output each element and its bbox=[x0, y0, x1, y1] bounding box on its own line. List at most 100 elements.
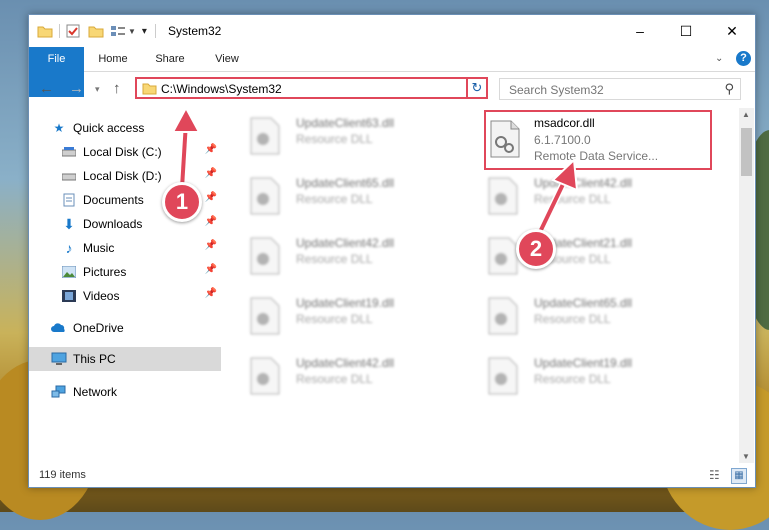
nav-item-label: Documents bbox=[83, 193, 144, 207]
download-icon: ⬇ bbox=[63, 215, 75, 232]
pin-icon: 📌 bbox=[204, 288, 217, 299]
file-name: msadcor.dll bbox=[534, 116, 595, 130]
chevron-down-icon[interactable]: ▼ bbox=[128, 27, 136, 36]
address-row: ← → ▾ ↑ C:\Windows\System32 ⌄ ↻ ⚲ bbox=[29, 72, 755, 106]
drive-icon bbox=[61, 168, 77, 184]
star-icon: ★ bbox=[53, 121, 65, 135]
minimize-button[interactable]: – bbox=[617, 15, 663, 47]
nav-item-onedrive[interactable]: OneDrive bbox=[29, 316, 221, 340]
list-item-msadcor[interactable]: msadcor.dll 6.1.7100.0 Remote Data Servi… bbox=[484, 110, 712, 170]
list-item[interactable]: UpdateClient42.dll Resource DLL bbox=[486, 174, 716, 224]
folder-icon bbox=[142, 83, 157, 95]
annotation-badge-2: 2 bbox=[516, 229, 556, 269]
list-item[interactable]: UpdateClient19.dll Resource DLL bbox=[248, 294, 478, 344]
list-item[interactable]: UpdateClient42.dll Resource DLL bbox=[248, 354, 478, 404]
computer-icon bbox=[51, 351, 67, 367]
drive-icon bbox=[61, 144, 77, 160]
list-item[interactable]: UpdateClient65.dll Resource DLL bbox=[486, 294, 716, 344]
details-view-icon[interactable]: ☷ bbox=[709, 468, 720, 482]
pin-icon: 📌 bbox=[204, 264, 217, 275]
view-options-icon[interactable] bbox=[110, 24, 126, 38]
search-box[interactable]: ⚲ bbox=[499, 78, 741, 101]
file-explorer-window: ▼ ▾ System32 – ☐ ✕ File Home Share View … bbox=[28, 14, 756, 488]
pin-icon: 📌 bbox=[204, 240, 217, 251]
nav-item-label: OneDrive bbox=[73, 321, 124, 335]
search-input[interactable] bbox=[500, 79, 721, 101]
maximize-button[interactable]: ☐ bbox=[663, 15, 709, 47]
new-folder-icon[interactable] bbox=[88, 24, 104, 38]
music-icon: ♪ bbox=[65, 240, 73, 256]
file-list: UpdateClient63.dll Resource DLL msadcor.… bbox=[222, 108, 738, 463]
refresh-icon: ↻ bbox=[471, 80, 483, 95]
address-bar[interactable]: C:\Windows\System32 ⌄ bbox=[135, 77, 486, 99]
search-icon[interactable]: ⚲ bbox=[724, 81, 734, 97]
tab-view[interactable]: View bbox=[207, 47, 247, 71]
list-item[interactable]: UpdateClient63.dll Resource DLL bbox=[248, 114, 478, 164]
title-bar: ▼ ▾ System32 – ☐ ✕ bbox=[29, 15, 755, 47]
videos-icon bbox=[61, 288, 77, 304]
navigation-pane: ★ Quick access Local Disk (C:) 📌 Local D… bbox=[29, 108, 221, 463]
nav-item-label: Local Disk (D:) bbox=[83, 169, 162, 183]
large-icons-view-icon[interactable]: ▦ bbox=[731, 468, 747, 484]
nav-item-local-disk-c[interactable]: Local Disk (C:) 📌 bbox=[29, 140, 221, 164]
dll-file-icon bbox=[488, 237, 518, 275]
back-arrow-icon[interactable]: ← bbox=[39, 80, 54, 97]
scrollbar-thumb[interactable] bbox=[741, 128, 752, 176]
nav-item-label: Quick access bbox=[73, 121, 145, 135]
status-bar: 119 items ☷ ▦ bbox=[29, 465, 755, 487]
vertical-scrollbar[interactable]: ▲ ▼ bbox=[739, 108, 754, 463]
nav-item-label: This PC bbox=[73, 352, 116, 366]
nav-item-label: Pictures bbox=[83, 265, 127, 279]
scroll-up-icon[interactable]: ▲ bbox=[742, 110, 750, 119]
tab-home[interactable]: Home bbox=[91, 47, 135, 71]
help-icon[interactable]: ? bbox=[736, 51, 751, 66]
nav-item-label: Videos bbox=[83, 289, 120, 303]
nav-item-videos[interactable]: Videos 📌 bbox=[29, 284, 221, 308]
documents-icon bbox=[61, 192, 77, 208]
customize-toolbar-icon[interactable]: ▾ bbox=[142, 26, 147, 37]
file-version: 6.1.7100.0 bbox=[534, 133, 591, 147]
expand-ribbon-icon[interactable]: ⌄ bbox=[715, 53, 723, 64]
nav-item-network[interactable]: Network bbox=[29, 380, 221, 404]
dll-file-icon bbox=[250, 237, 280, 275]
dll-file-icon bbox=[488, 177, 518, 215]
nav-item-label: Local Disk (C:) bbox=[83, 145, 162, 159]
nav-item-quick-access[interactable]: ★ Quick access bbox=[29, 116, 221, 140]
pin-icon: 📌 bbox=[204, 144, 217, 155]
pin-icon: 📌 bbox=[204, 168, 217, 179]
list-item[interactable]: UpdateClient19.dll Resource DLL bbox=[486, 354, 716, 404]
list-item[interactable]: UpdateClient65.dll Resource DLL bbox=[248, 174, 478, 224]
pin-icon: 📌 bbox=[204, 192, 217, 203]
file-description: Remote Data Service... bbox=[534, 149, 659, 163]
close-button[interactable]: ✕ bbox=[709, 15, 755, 47]
list-item[interactable]: UpdateClient42.dll Resource DLL bbox=[248, 234, 478, 284]
properties-icon[interactable] bbox=[66, 24, 80, 38]
forward-arrow-icon[interactable]: → bbox=[69, 80, 84, 97]
ribbon-tabs: File Home Share View ⌄ ? bbox=[29, 47, 755, 97]
dll-file-icon bbox=[488, 297, 518, 335]
window-title: System32 bbox=[168, 24, 222, 38]
address-path: C:\Windows\System32 bbox=[161, 82, 282, 96]
nav-item-this-pc[interactable]: This PC bbox=[29, 347, 221, 371]
dll-file-icon bbox=[250, 177, 280, 215]
nav-item-music[interactable]: ♪ Music 📌 bbox=[29, 236, 221, 260]
dll-file-icon bbox=[490, 120, 520, 158]
nav-item-pictures[interactable]: Pictures 📌 bbox=[29, 260, 221, 284]
nav-item-label: Music bbox=[83, 241, 115, 255]
scroll-down-icon[interactable]: ▼ bbox=[742, 452, 750, 461]
dll-file-icon bbox=[250, 117, 280, 155]
dll-file-icon bbox=[250, 357, 280, 395]
cloud-icon bbox=[51, 320, 67, 336]
pin-icon: 📌 bbox=[204, 216, 217, 227]
item-count: 119 items bbox=[39, 469, 86, 481]
network-icon bbox=[51, 384, 67, 400]
nav-item-label: Network bbox=[73, 385, 118, 399]
folder-icon[interactable] bbox=[37, 24, 53, 38]
up-arrow-icon[interactable]: ↑ bbox=[113, 80, 121, 97]
refresh-button[interactable]: ↻ bbox=[466, 77, 488, 99]
recent-locations-icon[interactable]: ▾ bbox=[95, 84, 100, 95]
nav-item-label: Downloads bbox=[83, 217, 143, 231]
tab-share[interactable]: Share bbox=[147, 47, 193, 71]
quick-access-toolbar: ▼ ▾ bbox=[37, 22, 164, 40]
annotation-badge-1: 1 bbox=[162, 182, 202, 222]
